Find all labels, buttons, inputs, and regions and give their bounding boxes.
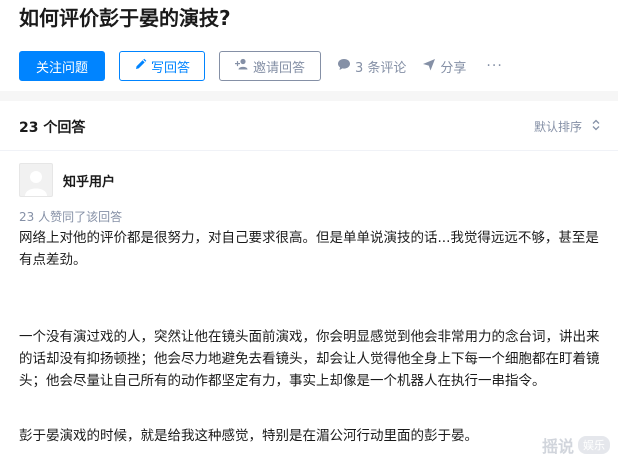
add-user-icon: [234, 58, 249, 74]
share-icon: [422, 58, 436, 75]
more-options-button[interactable]: ···: [486, 58, 502, 74]
sort-label: 默认排序: [533, 120, 582, 134]
sort-dropdown[interactable]: 默认排序: [534, 118, 600, 135]
share-label: 分享: [440, 60, 467, 76]
watermark-text: 摇说: [541, 437, 574, 456]
answer-paragraph: 一个没有演过戏的人，突然让他在镜头面前演戏，你会明显感觉到他会非常用力的念台词，…: [19, 329, 600, 389]
answer-count: 23 个回答: [19, 120, 86, 136]
answers-card: 23 个回答 默认排序 知乎用户 23 人赞同了该回答 网络上对他的评价都是很努…: [0, 101, 618, 463]
question-header: 如何评价彭于晏的演技? 关注问题 写回答 邀请回答 3 条评论 分享 ···: [0, 0, 618, 91]
comment-icon: [337, 58, 351, 75]
follow-question-button[interactable]: 关注问题: [19, 51, 105, 81]
default-avatar-icon: [25, 171, 47, 196]
author-name[interactable]: 知乎用户: [63, 171, 115, 190]
watermark-badge: 娱乐: [578, 436, 610, 454]
question-title: 如何评价彭于晏的演技?: [19, 6, 231, 30]
invite-answer-label: 邀请回答: [252, 60, 305, 76]
answer-paragraph: 彭于晏演戏的时候，就是给我这种感觉，特别是在湄公河行动里面的彭于晏。: [19, 428, 478, 444]
comments-label: 3 条评论: [355, 60, 407, 76]
invite-answer-button[interactable]: 邀请回答: [219, 51, 321, 81]
sort-arrows-icon: [592, 119, 600, 134]
answers-header: 23 个回答 默认排序: [0, 101, 618, 151]
comments-button[interactable]: 3 条评论: [337, 57, 406, 76]
answer-paragraph: 网络上对他的评价都是很努力，对自己要求很高。但是单单说演技的话...我觉得远远不…: [19, 230, 599, 268]
watermark: 摇说 娱乐: [542, 433, 610, 457]
vote-count-text: 23 人赞同了该回答: [19, 210, 123, 224]
write-answer-label: 写回答: [150, 60, 190, 76]
pencil-icon: [134, 58, 147, 75]
question-actions: 关注问题 写回答 邀请回答 3 条评论 分享 ···: [19, 51, 503, 81]
write-answer-button[interactable]: 写回答: [119, 51, 205, 81]
share-button[interactable]: 分享: [422, 57, 466, 76]
avatar[interactable]: [19, 163, 53, 197]
answer-author: 知乎用户: [19, 163, 115, 197]
answer-content: 网络上对他的评价都是很努力，对自己要求很高。但是单单说演技的话...我觉得远远不…: [19, 227, 605, 447]
